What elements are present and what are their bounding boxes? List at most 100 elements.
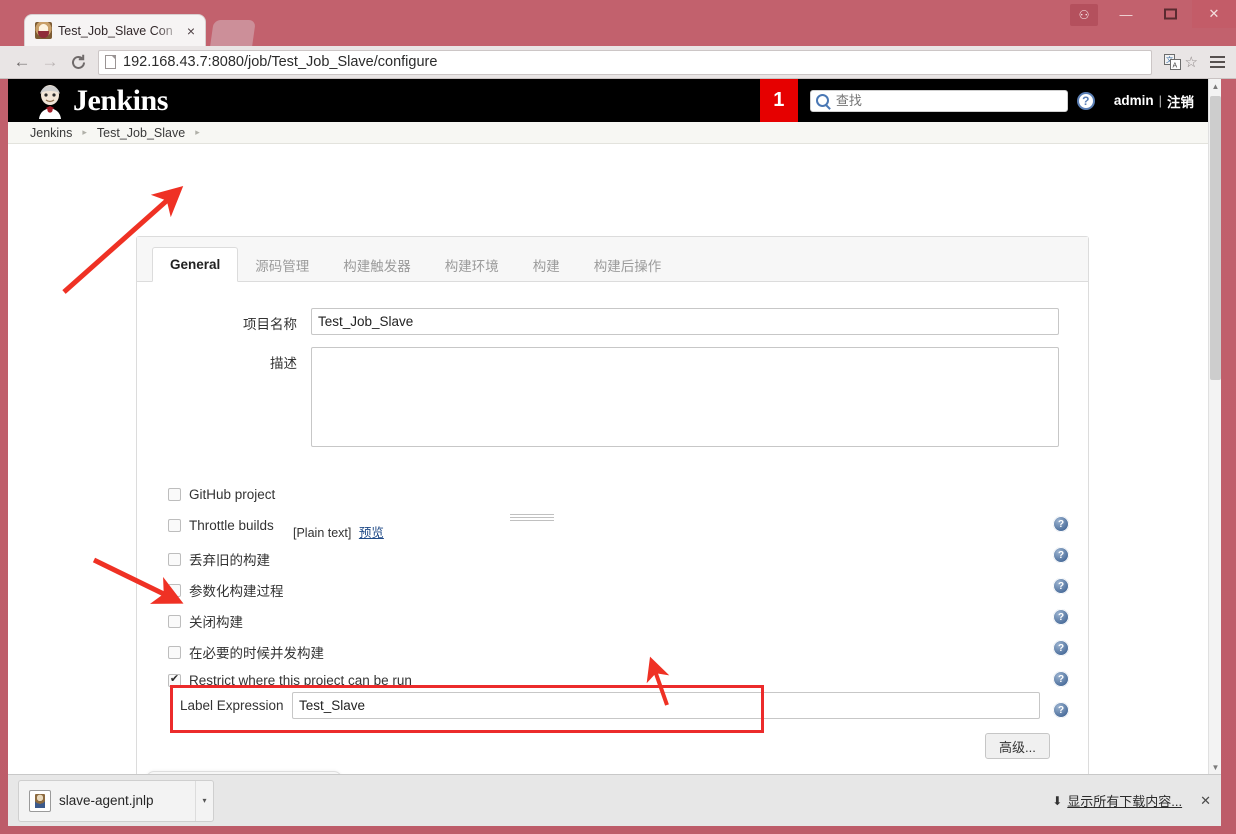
checkbox-label-parameterized-build[interactable]: 参数化构建过程 xyxy=(189,580,284,600)
breadcrumb-item-job[interactable]: Test_Job_Slave xyxy=(97,126,185,140)
label-expression-input[interactable] xyxy=(292,692,1040,719)
new-tab-button[interactable] xyxy=(210,20,256,46)
help-icon-restrict-where-run[interactable]: ? xyxy=(1053,671,1069,687)
help-icon-discard-old-builds[interactable]: ? xyxy=(1053,547,1069,563)
tab-post-build-actions[interactable]: 构建后操作 xyxy=(577,248,679,282)
browser-window: Test_Job_Slave Con × ⚇ — ✕ ← → 192.168.4… xyxy=(0,0,1236,834)
show-all-downloads-link[interactable]: 显示所有下载内容... xyxy=(1067,791,1182,810)
tab-build-triggers[interactable]: 构建触发器 xyxy=(326,248,428,282)
checkbox-label-discard-old-builds[interactable]: 丢弃旧的构建 xyxy=(189,549,270,569)
checkbox-disable-build[interactable] xyxy=(168,614,181,628)
back-icon[interactable]: ← xyxy=(8,49,36,75)
scrollbar-up-arrow-icon[interactable]: ▲ xyxy=(1209,79,1221,93)
advanced-button[interactable]: 高级... xyxy=(985,733,1050,759)
browser-tabstrip: Test_Job_Slave Con × ⚇ — ✕ xyxy=(0,0,1236,46)
browser-navigation-bar: ← → 192.168.43.7:8080/job/Test_Job_Slave… xyxy=(0,46,1236,79)
omnibox-right-icons: 文 A ☆ xyxy=(1158,49,1228,75)
description-format-row: [Plain text] 预览 xyxy=(293,522,384,541)
help-icon-label-expression[interactable]: ? xyxy=(1053,702,1069,718)
project-name-row: 项目名称 xyxy=(163,308,1059,335)
help-icon-parameterized-build[interactable]: ? xyxy=(1053,578,1069,594)
page-document-icon xyxy=(105,55,116,69)
download-icon: ⬇ xyxy=(1052,793,1063,808)
reload-glyph xyxy=(71,54,85,69)
forward-icon[interactable]: → xyxy=(36,49,64,75)
window-close-button[interactable]: ✕ xyxy=(1192,0,1236,28)
checkbox-label-throttle-builds[interactable]: Throttle builds xyxy=(189,518,274,533)
breadcrumb-item-jenkins[interactable]: Jenkins xyxy=(30,126,72,140)
help-icon-concurrent-build[interactable]: ? xyxy=(1053,640,1069,656)
checkbox-concurrent-build[interactable] xyxy=(168,645,181,659)
checkbox-parameterized-build[interactable] xyxy=(168,583,181,597)
project-name-input[interactable] xyxy=(311,308,1059,335)
window-controls: ⚇ — ✕ xyxy=(1070,0,1236,30)
preview-link[interactable]: 预览 xyxy=(359,526,384,540)
description-row: 描述 xyxy=(163,347,1059,447)
tab-close-icon[interactable]: × xyxy=(183,24,199,38)
jenkins-search-box[interactable] xyxy=(809,89,1068,112)
download-shelf: slave-agent.jnlp ▾ ⬇ 显示所有下载内容... ✕ xyxy=(8,774,1221,826)
help-icon-disable-build[interactable]: ? xyxy=(1053,609,1069,625)
checkbox-row-disable-build[interactable]: 关闭构建 xyxy=(168,611,243,631)
textarea-resize-grip[interactable] xyxy=(510,512,554,521)
description-format-label: [Plain text] xyxy=(293,526,352,540)
checkbox-row-concurrent-build[interactable]: 在必要的时候并发构建 xyxy=(168,642,324,662)
current-user-link[interactable]: admin xyxy=(1114,93,1154,108)
scrollbar-down-arrow-icon[interactable]: ▼ xyxy=(1209,760,1221,774)
window-maximize-button[interactable] xyxy=(1148,0,1192,28)
chevron-down-icon[interactable]: ▾ xyxy=(195,780,213,821)
tab-build[interactable]: 构建 xyxy=(516,248,577,282)
breadcrumb-dropdown-icon[interactable]: ▸ xyxy=(195,127,200,138)
browser-menu-icon[interactable] xyxy=(1206,49,1228,75)
notification-badge[interactable]: 1 xyxy=(759,79,798,122)
checkbox-throttle-builds[interactable] xyxy=(168,519,181,532)
maximize-icon xyxy=(1163,8,1177,20)
description-textarea[interactable] xyxy=(311,347,1059,447)
browser-tab-active[interactable]: Test_Job_Slave Con × xyxy=(24,14,206,46)
checkbox-row-parameterized-build[interactable]: 参数化构建过程 xyxy=(168,580,284,600)
breadcrumb-separator-icon: ▸ xyxy=(82,127,87,137)
checkbox-label-github-project[interactable]: GitHub project xyxy=(189,487,275,502)
tab-source-management[interactable]: 源码管理 xyxy=(238,248,326,282)
download-item[interactable]: slave-agent.jnlp ▾ xyxy=(18,779,214,822)
label-expression-label: Label Expression xyxy=(180,698,284,713)
checkbox-restrict-where-run[interactable] xyxy=(168,674,181,687)
config-tab-bar: General 源码管理 构建触发器 构建环境 构建 构建后操作 xyxy=(137,237,1088,282)
description-label: 描述 xyxy=(270,356,297,371)
breadcrumb: Jenkins ▸ Test_Job_Slave ▸ xyxy=(8,122,1208,144)
checkbox-label-restrict-where-run[interactable]: Restrict where this project can be run xyxy=(189,673,412,688)
scrollbar-thumb[interactable] xyxy=(1210,96,1221,380)
jnlp-file-icon xyxy=(29,789,51,812)
checkbox-discard-old-builds[interactable] xyxy=(168,552,181,566)
help-icon-throttle-builds[interactable]: ? xyxy=(1053,516,1069,532)
download-shelf-close-icon[interactable]: ✕ xyxy=(1200,793,1211,809)
checkbox-row-discard-old-builds[interactable]: 丢弃旧的构建 xyxy=(168,549,270,569)
address-bar-url: 192.168.43.7:8080/job/Test_Job_Slave/con… xyxy=(123,54,438,70)
jenkins-home-link[interactable]: Jenkins xyxy=(8,83,168,119)
search-input[interactable] xyxy=(833,92,1062,109)
label-expression-row: Label Expression xyxy=(180,692,1040,719)
jenkins-favicon-icon xyxy=(35,22,52,39)
user-separator: | xyxy=(1158,93,1162,108)
help-icon[interactable]: ? xyxy=(1076,91,1095,110)
window-minimize-button[interactable]: — xyxy=(1104,0,1148,28)
checkbox-row-throttle-builds[interactable]: Throttle builds xyxy=(168,518,274,533)
jenkins-wordmark: Jenkins xyxy=(73,83,168,117)
checkbox-row-github-project[interactable]: GitHub project xyxy=(168,487,275,502)
page-scrollbar[interactable]: ▲ ▼ xyxy=(1208,79,1221,774)
address-bar[interactable]: 192.168.43.7:8080/job/Test_Job_Slave/con… xyxy=(98,49,1152,75)
checkbox-label-disable-build[interactable]: 关闭构建 xyxy=(189,611,243,631)
checkbox-github-project[interactable] xyxy=(168,488,181,501)
tab-general[interactable]: General xyxy=(152,247,239,282)
svg-text:A: A xyxy=(1172,63,1177,70)
bookmark-star-icon[interactable]: ☆ xyxy=(1185,53,1198,71)
page-viewport: Jenkins 1 ? admin | 注销 Jenkins ▸ Test_Jo… xyxy=(8,79,1221,774)
translate-icon[interactable]: 文 A xyxy=(1163,54,1181,70)
user-profile-icon[interactable]: ⚇ xyxy=(1070,4,1098,26)
checkbox-row-restrict-where-run[interactable]: Restrict where this project can be run xyxy=(168,673,412,688)
logout-link[interactable]: 注销 xyxy=(1167,91,1194,111)
checkbox-label-concurrent-build[interactable]: 在必要的时候并发构建 xyxy=(189,642,324,662)
reload-icon[interactable] xyxy=(64,49,92,75)
tab-build-environment[interactable]: 构建环境 xyxy=(428,248,516,282)
jenkins-butler-icon xyxy=(33,83,67,119)
